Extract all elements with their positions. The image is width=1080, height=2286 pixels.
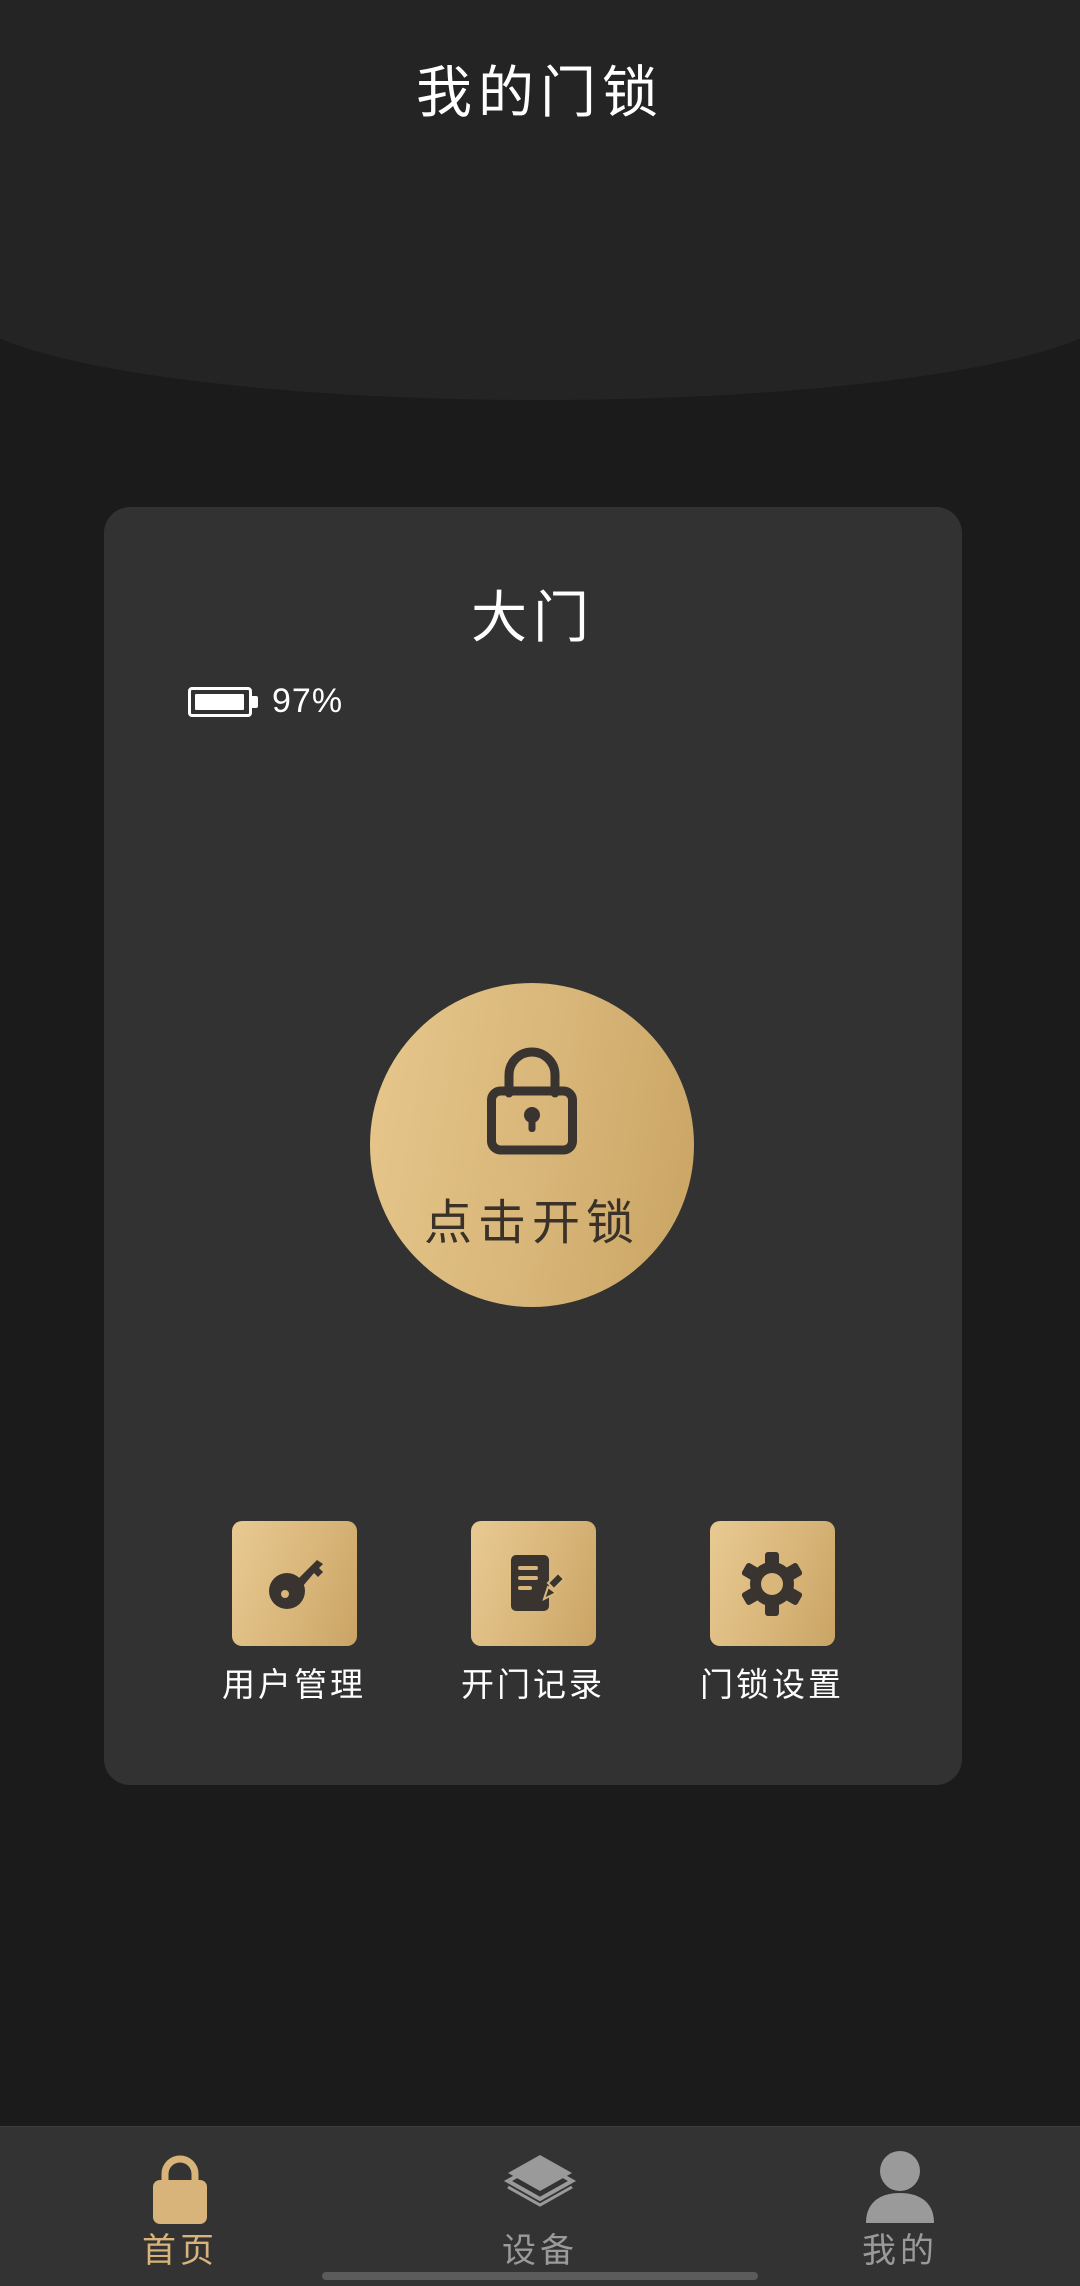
document-edit-icon xyxy=(511,1554,566,1611)
user-icon xyxy=(866,2151,934,2223)
action-grid: 用户管理 开门记录 门锁设置 xyxy=(104,1521,962,1711)
page-title: 我的门锁 xyxy=(416,61,664,126)
lock-card: 大门 97% 点击开锁 用户管理 开门记录 门锁设置 xyxy=(104,507,962,1785)
lock-settings-button[interactable]: 门锁设置 xyxy=(677,1521,867,1706)
user-management-tile xyxy=(231,1521,357,1646)
tab-home-label: 首页 xyxy=(142,2231,218,2271)
unlock-button[interactable]: 点击开锁 xyxy=(370,983,694,1307)
battery-status: 97% xyxy=(188,682,343,721)
battery-percent: 97% xyxy=(272,682,344,720)
lock-icon xyxy=(153,2155,207,2224)
layers-icon xyxy=(503,2155,577,2207)
tab-devices-label: 设备 xyxy=(502,2231,578,2271)
gear-icon xyxy=(741,1551,803,1616)
tab-devices[interactable]: 设备 xyxy=(440,2127,640,2277)
unlock-records-label: 开门记录 xyxy=(461,1665,605,1704)
unlock-records-tile xyxy=(470,1521,596,1646)
door-name: 大门 xyxy=(471,586,595,651)
bottom-tab-bar: 首页 设备 我的 xyxy=(0,2126,1080,2286)
key-icon xyxy=(269,1559,323,1609)
unlock-label: 点击开锁 xyxy=(423,1195,640,1251)
battery-icon xyxy=(188,686,252,717)
tab-mine[interactable]: 我的 xyxy=(800,2127,1000,2277)
user-management-button[interactable]: 用户管理 xyxy=(199,1521,389,1706)
tab-mine-label: 我的 xyxy=(862,2231,938,2271)
home-indicator xyxy=(322,2272,758,2280)
lock-icon xyxy=(487,1047,577,1155)
user-management-label: 用户管理 xyxy=(222,1665,366,1704)
lock-settings-label: 门锁设置 xyxy=(700,1665,844,1704)
unlock-records-button[interactable]: 开门记录 xyxy=(438,1521,628,1706)
battery-level-fill xyxy=(195,693,244,710)
lock-settings-tile xyxy=(709,1521,835,1646)
tab-home[interactable]: 首页 xyxy=(80,2127,280,2277)
battery-tip xyxy=(252,695,258,708)
app-screen: 我的门锁 大门 97% 点击开锁 用户管理 开门记录 门锁设置 首页 设备 我的 xyxy=(0,0,1080,2286)
